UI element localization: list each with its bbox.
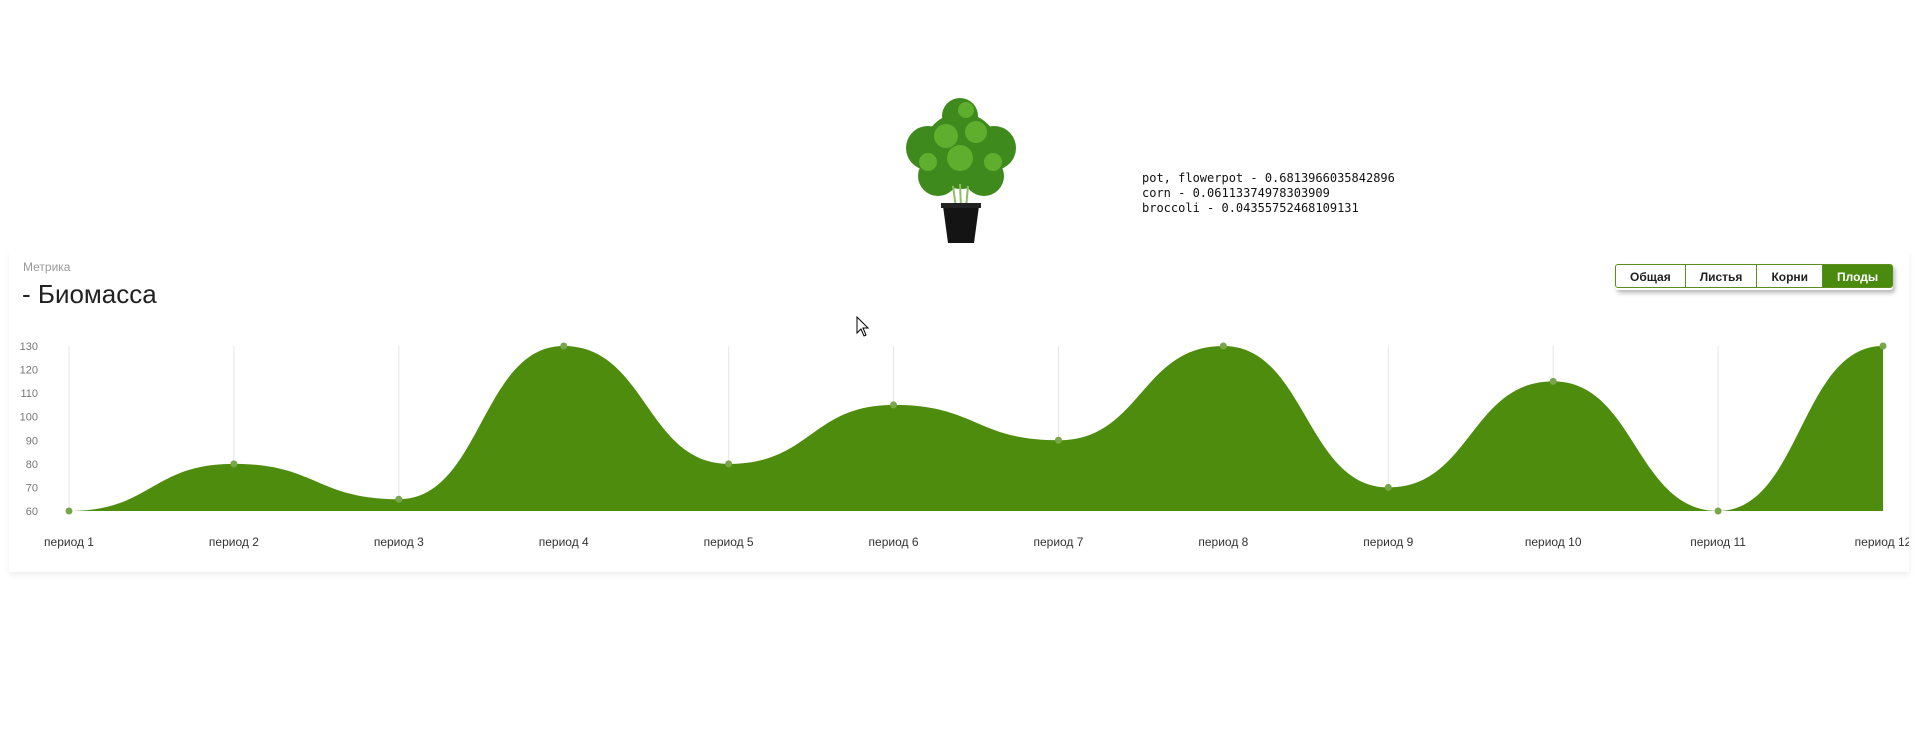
y-tick-label: 70 [26, 482, 38, 494]
data-point[interactable] [65, 507, 73, 515]
metric-card: Метрика - Биомасса Общая Листья Корни Пл… [9, 252, 1909, 572]
y-tick-label: 130 [20, 341, 38, 353]
prediction-item: broccoli - 0.04355752468109131 [1142, 201, 1359, 215]
tab-roots[interactable]: Корни [1756, 264, 1824, 288]
x-tick-label: период 11 [1690, 535, 1746, 549]
x-tick-label: период 3 [374, 535, 424, 549]
data-point[interactable] [1054, 436, 1062, 444]
y-tick-label: 100 [20, 412, 38, 424]
tab-leaves[interactable]: Листья [1684, 264, 1758, 288]
data-point[interactable] [1384, 483, 1392, 491]
x-tick-label: период 1 [44, 535, 94, 549]
metric-label: Метрика [23, 260, 71, 274]
x-tick-label: период 6 [869, 535, 919, 549]
x-tick-label: период 5 [704, 535, 754, 549]
x-tick-label: период 12 [1855, 535, 1909, 549]
data-point[interactable] [1714, 507, 1722, 515]
tab-general[interactable]: Общая [1615, 264, 1686, 288]
x-tick-label: период 9 [1363, 535, 1413, 549]
mouse-cursor-icon [856, 316, 870, 337]
prediction-item: pot, flowerpot - 0.6813966035842896 [1142, 171, 1395, 185]
metric-tab-group: Общая Листья Корни Плоды [1615, 264, 1894, 290]
data-point[interactable] [230, 460, 238, 468]
x-tick-label: период 7 [1033, 535, 1083, 549]
data-point[interactable] [890, 401, 898, 409]
data-point[interactable] [1219, 342, 1227, 350]
x-tick-label: период 4 [539, 535, 589, 549]
y-tick-label: 90 [26, 435, 38, 447]
x-tick-label: период 2 [209, 535, 259, 549]
metric-title: - Биомасса [22, 279, 157, 309]
data-point[interactable] [1879, 342, 1887, 350]
plant-image [906, 98, 1016, 243]
y-tick-label: 60 [26, 506, 38, 518]
prediction-list: pot, flowerpot - 0.6813966035842896 corn … [1142, 171, 1395, 216]
y-tick-label: 120 [20, 365, 38, 377]
x-tick-label: период 10 [1525, 535, 1582, 549]
data-point[interactable] [725, 460, 733, 468]
data-point[interactable] [560, 342, 568, 350]
data-point[interactable] [395, 495, 403, 503]
x-tick-label: период 8 [1198, 535, 1248, 549]
biomass-chart: 60 70 80 90 100 110 120 130 период 1 период 2 пери… [20, 341, 1909, 549]
y-tick-label: 80 [26, 459, 38, 471]
data-point[interactable] [1549, 377, 1557, 385]
tab-fruits[interactable]: Плоды [1822, 264, 1894, 288]
series-area [69, 346, 1883, 511]
prediction-item: corn - 0.06113374978303909 [1142, 186, 1330, 200]
prediction-panel: pot, flowerpot - 0.6813966035842896 corn … [0, 0, 1919, 250]
y-tick-label: 110 [20, 388, 38, 400]
